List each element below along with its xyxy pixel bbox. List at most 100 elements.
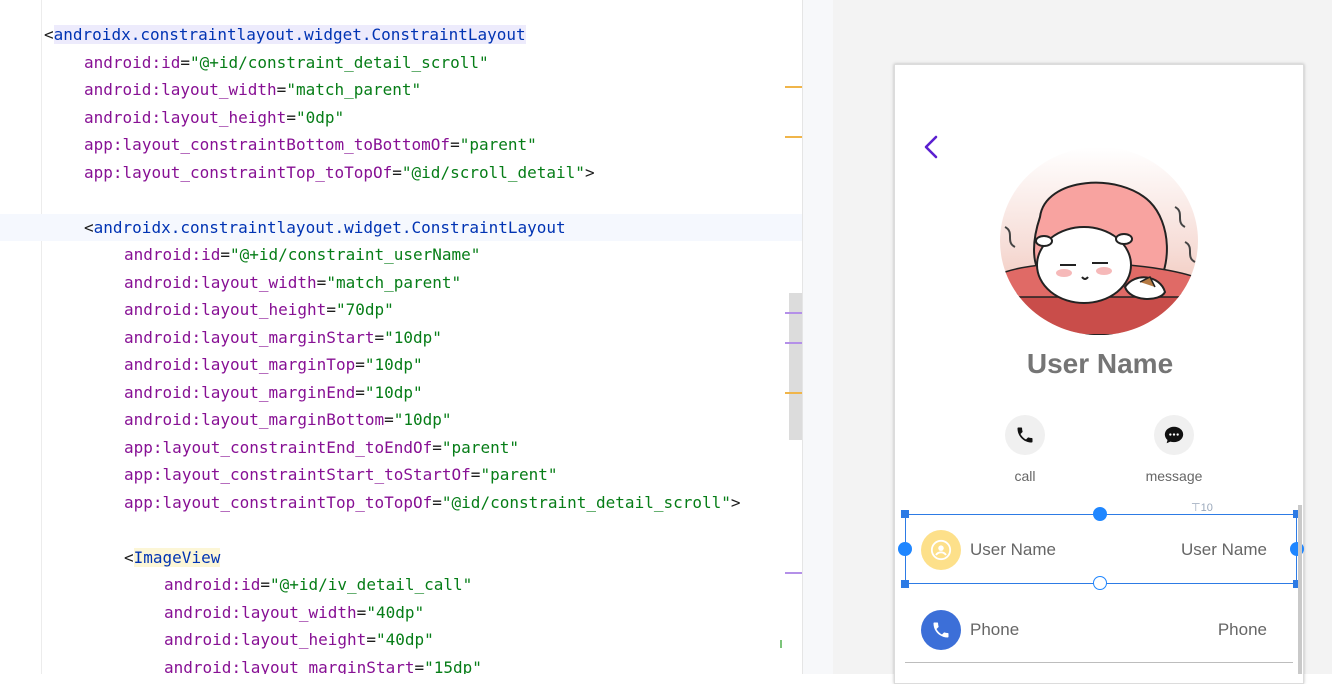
code-line[interactable]: android:layout_marginStart="15dp" [0,654,802,675]
message-button[interactable] [1154,415,1194,455]
phone-preview[interactable]: User Name call message User Name User Na… [894,64,1304,684]
gutter-marker[interactable] [785,86,802,88]
resize-handle-bottom-left[interactable] [901,580,909,588]
gutter-marker[interactable] [785,312,802,314]
gutter-marker[interactable] [780,640,782,648]
code-line[interactable]: android:layout_height="0dp" [0,104,802,131]
constraint-anchor-top[interactable] [1093,507,1107,521]
xml-namespace: android [84,52,152,72]
code-line[interactable]: android:layout_marginTop="10dp" [0,351,802,378]
message-action[interactable]: message [1124,415,1224,484]
namespace-colon: : [191,410,202,429]
code-line[interactable]: app:layout_constraintEnd_toEndOf="parent… [0,434,802,461]
equals-sign: = [220,245,230,264]
xml-attribute-name: id [161,52,181,72]
code-line[interactable]: android:id="@+id/iv_detail_call" [0,571,802,598]
xml-namespace: android [164,602,232,622]
code-editor[interactable]: <androidx.constraintlayout.widget.Constr… [0,0,802,674]
namespace-colon: : [231,602,242,622]
namespace-colon: : [191,382,202,402]
xml-attribute-value: "10dp" [364,382,423,402]
code-line-content: android:layout_height="40dp" [164,626,434,653]
code-line[interactable]: android:layout_height="40dp" [0,626,802,653]
xml-attribute-value: "@+id/constraint_detail_scroll" [189,52,489,72]
xml-attribute-name: layout_height [241,630,367,649]
code-line-content: app:layout_constraintTop_toTopOf="@id/co… [124,489,741,516]
code-line[interactable]: android:layout_marginStart="10dp" [0,324,802,351]
xml-namespace: android [84,80,152,99]
back-arrow-icon[interactable] [919,133,943,161]
xml-namespace: android [164,575,232,594]
xml-tag-name: ImageView [133,547,221,567]
xml-namespace: app [84,162,113,182]
equals-sign: = [276,80,287,99]
code-line[interactable]: android:id="@+id/constraint_detail_scrol… [0,49,802,76]
xml-attribute-name: layout_width [241,602,357,622]
xml-namespace: android [84,107,152,127]
code-line[interactable]: app:layout_constraintStart_toStartOf="pa… [0,461,802,488]
code-line-content: android:layout_marginTop="10dp" [124,351,423,378]
code-line[interactable]: <androidx.constraintlayout.widget.Constr… [0,213,802,241]
code-line-content: android:id="@+id/constraint_detail_scrol… [84,49,489,76]
gutter-marker[interactable] [785,136,802,138]
constraint-anchor-left[interactable] [898,542,912,556]
call-button[interactable] [1005,415,1045,455]
code-line[interactable]: android:layout_width="match_parent" [0,269,802,296]
panel-divider[interactable] [802,0,833,674]
code-line[interactable]: <ImageView [0,544,802,571]
xml-attribute-value: "match_parent" [326,272,462,292]
xml-attribute-name: layout_constraintBottom_toBottomOf [122,135,451,154]
xml-attribute-value: "match_parent" [286,80,422,99]
code-line[interactable]: <androidx.constraintlayout.widget.Constr… [0,21,802,48]
xml-namespace: android [164,630,232,649]
code-line[interactable]: android:layout_width="40dp" [0,599,802,626]
gutter-marker[interactable] [785,572,802,574]
profile-avatar-image [1000,147,1198,335]
code-line[interactable]: android:layout_marginEnd="10dp" [0,379,802,406]
equals-sign: = [414,657,425,675]
gutter-marker[interactable] [785,342,802,344]
equals-sign: = [326,300,336,319]
code-line[interactable]: app:layout_constraintBottom_toBottomOf="… [0,131,802,158]
code-line-content: android:layout_width="40dp" [164,599,424,626]
gutter-marker[interactable] [785,392,802,394]
resize-handle-top-left[interactable] [901,510,909,518]
constraint-anchor-bottom[interactable] [1093,576,1107,590]
phone-icon [933,622,949,638]
call-action[interactable]: call [975,415,1075,484]
code-line[interactable]: app:layout_constraintTop_toTopOf="@id/co… [0,489,802,516]
equals-sign: = [316,272,327,292]
xml-attribute-value: "parent" [480,465,558,484]
tag-bracket: < [44,25,54,44]
equals-sign: = [366,630,376,649]
code-line[interactable]: android:layout_marginBottom="10dp" [0,406,802,433]
code-line[interactable]: android:layout_width="match_parent" [0,76,802,103]
xml-attribute-value: "70dp" [335,300,394,319]
namespace-colon: : [112,162,123,182]
code-line[interactable] [0,186,802,213]
xml-namespace: app [84,135,113,154]
code-line-content: <ImageView [124,544,221,571]
code-line-content: app:layout_constraintStart_toStartOf="pa… [124,461,558,488]
code-line-content: app:layout_constraintBottom_toBottomOf="… [84,131,537,158]
tag-bracket: < [124,547,134,567]
namespace-colon: : [191,327,202,347]
code-line[interactable]: app:layout_constraintTop_toTopOf="@id/sc… [0,159,802,186]
equals-sign: = [356,602,367,622]
equals-sign: = [355,355,365,374]
user-name-title: User Name [1026,348,1174,379]
code-line-content: app:layout_constraintTop_toTopOf="@id/sc… [84,159,595,186]
code-line[interactable]: android:layout_height="70dp" [0,296,802,323]
selected-view-outline[interactable] [905,514,1297,584]
xml-attribute-name: layout_constraintTop_toTopOf [162,492,433,512]
xml-attribute-name: layout_constraintTop_toTopOf [122,162,393,182]
code-line-content: app:layout_constraintEnd_toEndOf="parent… [124,434,519,461]
equals-sign: = [180,52,190,72]
xml-attribute-name: layout_marginBottom [201,410,385,429]
xml-attribute-name: layout_marginStart [241,657,415,675]
phone-row[interactable]: Phone Phone [905,595,1293,665]
code-line[interactable]: android:id="@+id/constraint_userName" [0,241,802,268]
code-line[interactable] [0,516,802,543]
chat-bubble-icon [1164,426,1184,444]
code-line-content: <androidx.constraintlayout.widget.Constr… [44,21,526,48]
